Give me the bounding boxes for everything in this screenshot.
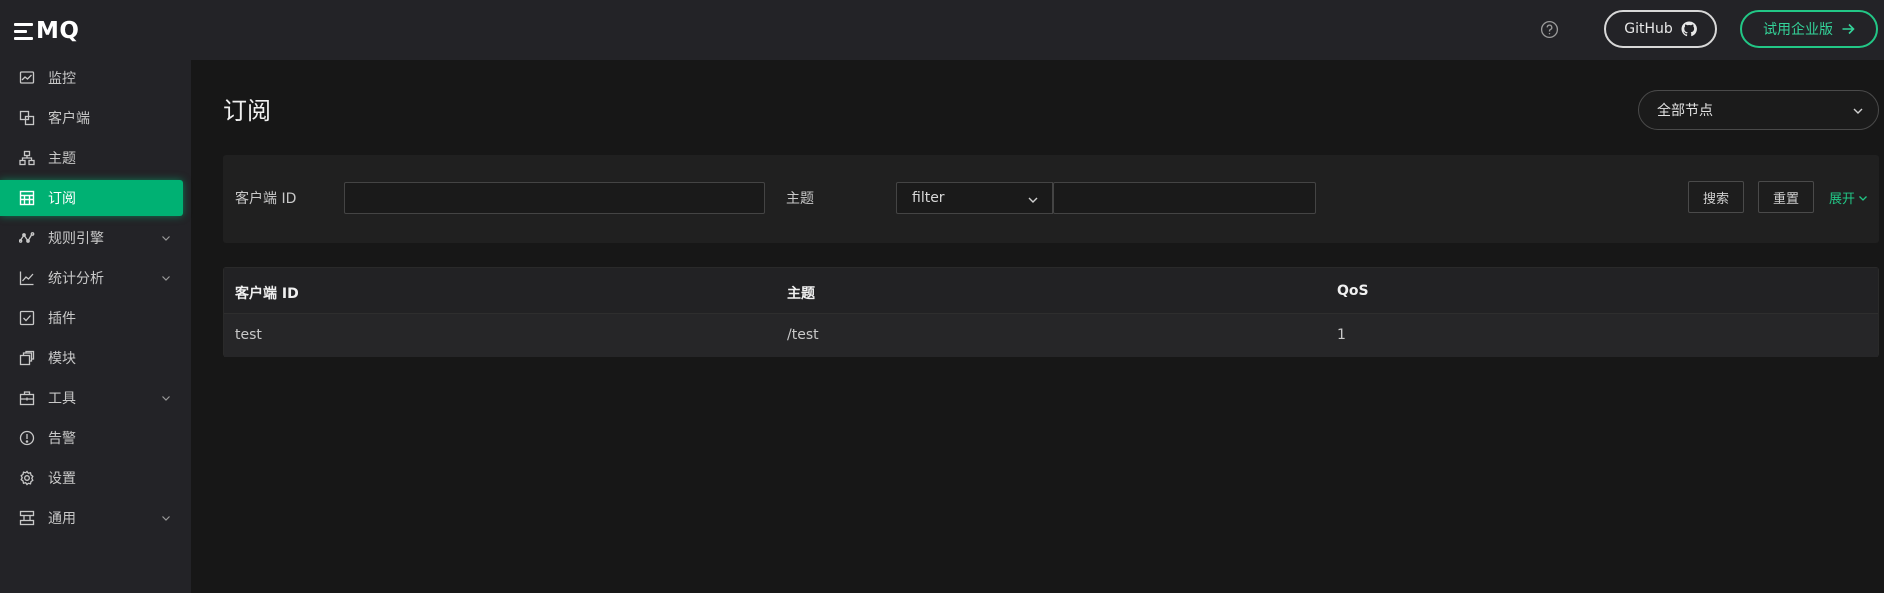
analytics-icon — [19, 270, 35, 286]
sidebar-item-label: 通用 — [48, 511, 76, 527]
topic-input[interactable] — [1053, 182, 1316, 214]
github-icon — [1681, 21, 1697, 37]
topics-icon — [19, 150, 35, 166]
topic-match-select[interactable]: filter — [896, 182, 1053, 214]
arrow-right-icon — [1842, 23, 1855, 35]
chevron-down-icon — [1028, 197, 1038, 203]
github-label: GitHub — [1624, 21, 1673, 37]
table-row[interactable]: test /test 1 — [224, 314, 1878, 357]
sidebar-item-label: 主题 — [48, 151, 76, 167]
cell-topic: /test — [787, 327, 819, 343]
node-select-value: 全部节点 — [1657, 103, 1713, 119]
expand-toggle[interactable]: 展开 — [1829, 188, 1868, 207]
subscriptions-table: 客户端 ID 主题 QoS test /test 1 — [223, 267, 1879, 357]
node-select[interactable]: 全部节点 — [1638, 90, 1879, 130]
search-button[interactable]: 搜索 — [1688, 181, 1744, 213]
sidebar-item-label: 客户端 — [48, 111, 90, 127]
enterprise-label: 试用企业版 — [1763, 22, 1833, 38]
filter-panel: 客户端 ID 主题 filter 搜索 重置 展开 — [223, 155, 1879, 243]
settings-icon — [19, 470, 35, 486]
sidebar-item-alarm[interactable]: 告警 — [0, 420, 191, 456]
sidebar-item-subscriptions[interactable]: 订阅 — [0, 180, 183, 216]
sidebar-item-plugins[interactable]: 插件 — [0, 300, 191, 336]
emq-logo[interactable]: MQ — [14, 18, 79, 44]
plugins-icon — [19, 310, 35, 326]
logo-e-mark — [14, 22, 33, 40]
topic-label: 主题 — [786, 191, 814, 207]
reset-button[interactable]: 重置 — [1758, 181, 1814, 213]
sidebar-item-modules[interactable]: 模块 — [0, 340, 191, 376]
sidebar-item-monitor[interactable]: 监控 — [0, 60, 191, 96]
client-id-label: 客户端 ID — [235, 191, 297, 207]
sidebar-item-label: 告警 — [48, 431, 76, 447]
monitor-icon — [19, 70, 35, 86]
chevron-down-icon — [1859, 195, 1867, 201]
tools-icon — [19, 390, 35, 406]
cell-qos: 1 — [1337, 327, 1346, 343]
column-header-topic: 主题 — [787, 286, 815, 302]
sidebar-item-label: 统计分析 — [48, 271, 104, 287]
clients-icon — [19, 110, 35, 126]
sidebar-item-topics[interactable]: 主题 — [0, 140, 191, 176]
sidebar-item-label: 监控 — [48, 71, 76, 87]
sidebar-item-clients[interactable]: 客户端 — [0, 100, 191, 136]
alarm-icon — [19, 430, 35, 446]
sidebar-item-analytics[interactable]: 统计分析 — [0, 260, 191, 296]
rule-engine-icon — [19, 230, 35, 246]
chevron-down-icon — [1853, 108, 1863, 114]
app-root: MQ 监控 客户端 主题 订阅 规则引擎 统计分析 插件 模块 工具 告警 设置… — [0, 0, 1884, 593]
expand-label: 展开 — [1829, 192, 1856, 207]
sidebar-item-label: 插件 — [48, 311, 76, 327]
chevron-down-icon — [162, 276, 170, 281]
table-header: 客户端 ID 主题 QoS — [224, 268, 1878, 314]
column-header-qos: QoS — [1337, 283, 1369, 299]
logo-text: MQ — [36, 18, 80, 44]
sidebar-item-rule-engine[interactable]: 规则引擎 — [0, 220, 191, 256]
modules-icon — [19, 350, 35, 366]
sidebar-item-label: 设置 — [48, 471, 76, 487]
client-id-input[interactable] — [344, 182, 765, 214]
column-header-client-id: 客户端 ID — [235, 286, 299, 302]
enterprise-trial-button[interactable]: 试用企业版 — [1740, 10, 1878, 48]
topic-match-value: filter — [912, 190, 945, 206]
sidebar-item-label: 订阅 — [48, 191, 76, 207]
cell-client-id[interactable]: test — [235, 327, 262, 343]
help-icon[interactable] — [1540, 20, 1559, 39]
chevron-down-icon — [162, 516, 170, 521]
page-title: 订阅 — [223, 97, 271, 125]
sidebar-item-label: 模块 — [48, 351, 76, 367]
chevron-down-icon — [162, 396, 170, 401]
sidebar-nav: 监控 客户端 主题 订阅 规则引擎 统计分析 插件 模块 工具 告警 设置 通用 — [0, 60, 191, 540]
sidebar-item-settings[interactable]: 设置 — [0, 460, 191, 496]
github-button[interactable]: GitHub — [1604, 10, 1717, 48]
chevron-down-icon — [162, 236, 170, 241]
sidebar-item-general[interactable]: 通用 — [0, 500, 191, 536]
sidebar-item-tools[interactable]: 工具 — [0, 380, 191, 416]
sidebar-item-label: 规则引擎 — [48, 231, 104, 247]
sidebar: MQ 监控 客户端 主题 订阅 规则引擎 统计分析 插件 模块 工具 告警 设置… — [0, 0, 191, 593]
sidebar-item-label: 工具 — [48, 391, 76, 407]
general-icon — [19, 510, 35, 526]
top-header: GitHub 试用企业版 — [191, 0, 1884, 60]
subscriptions-icon — [19, 190, 35, 206]
